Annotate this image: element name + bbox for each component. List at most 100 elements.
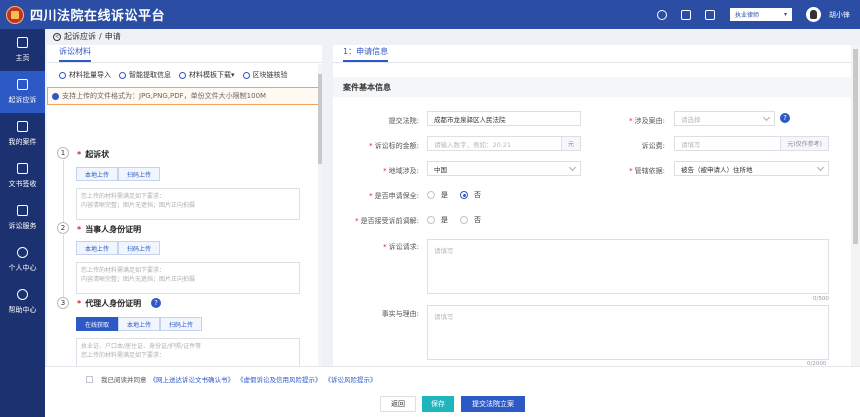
amount-placeholder: 请输入数字，例如：20.21 xyxy=(434,140,512,149)
jurisdiction-label: * 管辖依据: xyxy=(629,167,665,175)
cause-select[interactable]: 请选择 xyxy=(674,111,775,126)
back-button[interactable]: 返回 xyxy=(380,396,416,412)
fee-input[interactable]: 请填写 元(仅作参考) xyxy=(674,136,829,151)
court-input[interactable]: 成都市龙泉驿区人民法院 xyxy=(427,111,581,126)
region-select[interactable]: 中国 xyxy=(427,161,581,176)
online-fetch-button[interactable]: 在线获取 xyxy=(76,317,119,331)
preservation-no-radio[interactable]: 否 xyxy=(460,190,481,200)
agreement: 我已阅读并同意 《网上送达诉讼文书确认书》 《虚假诉讼及信用风险提示》 《诉讼风… xyxy=(86,374,377,384)
role-select-value: 执业律师 xyxy=(735,12,760,19)
link-litigation-risk[interactable]: 《诉讼风险提示》 xyxy=(325,374,377,384)
dropzone-hint: 您上传的材料需满足如下要求： xyxy=(81,267,166,274)
sidebar-item-label: 主页 xyxy=(15,54,30,62)
footer: 我已阅读并同意 《网上送达诉讼文书确认书》 《虚假诉讼及信用风险提示》 《诉讼风… xyxy=(45,366,860,417)
back-arrow-icon[interactable]: < xyxy=(53,32,61,41)
tab-materials-label: 诉讼材料 xyxy=(59,46,91,62)
info-icon xyxy=(52,92,59,100)
facts-textarea[interactable]: 请填写 xyxy=(427,305,829,360)
top-bar: 四川法院在线诉讼平台 执业律师 ▾ 胡小锋 xyxy=(0,0,860,29)
sidebar-item-my-cases[interactable]: 我的案件 xyxy=(0,113,45,155)
scan-upload-button[interactable]: 扫码上传 xyxy=(118,241,161,255)
step-upload-buttons: 本地上传 扫码上传 xyxy=(76,167,161,181)
fee-suffix: 元(仅作参考) xyxy=(780,137,828,150)
step-title-text: 当事人身份证明 xyxy=(85,225,142,234)
scrollbar-thumb[interactable] xyxy=(318,74,322,164)
link-service-confirmation[interactable]: 《网上送达诉讼文书确认书》 xyxy=(150,374,235,384)
region-label: * 地域涉及: xyxy=(383,167,419,175)
avatar[interactable] xyxy=(806,7,821,22)
step-title: * 代理人身份证明 xyxy=(77,299,142,308)
help-icon[interactable]: ? xyxy=(151,298,161,308)
smart-extract-button[interactable]: 智能提取信息 xyxy=(119,70,171,80)
section-title: 案件基本信息 xyxy=(333,77,851,97)
step-upload-buttons: 在线获取 本地上传 扫码上传 xyxy=(76,317,203,331)
radio-circle xyxy=(460,216,468,224)
dropzone-hint: 内容清晰完整；图片无遮挡；图片正向拍摄 xyxy=(81,202,196,209)
upload-dropzone[interactable]: 执业证、户口本/居住证、身份证/护照/证件等 您上传的材料需满足如下要求： xyxy=(76,338,300,366)
sidebar-item-services[interactable]: 诉讼服务 xyxy=(0,197,45,239)
message-icon[interactable] xyxy=(681,9,691,20)
agree-checkbox[interactable] xyxy=(86,375,93,383)
shirt-icon[interactable] xyxy=(705,9,715,20)
claims-textarea[interactable]: 请填写 xyxy=(427,239,829,294)
step-title-text: 代理人身份证明 xyxy=(85,299,142,308)
save-button[interactable]: 保存 xyxy=(422,396,454,412)
chevron-down-icon xyxy=(762,113,771,121)
link-false-litigation-warning[interactable]: 《虚假诉讼及信用风险提示》 xyxy=(237,374,322,384)
smart-extract-label: 智能提取信息 xyxy=(129,71,171,79)
materials-toolbar: 材料批量导入 智能提取信息 材料模板下载 ▾ 区块链核验 xyxy=(47,63,322,87)
region-label-text: 地域涉及: xyxy=(388,167,419,175)
sidebar-item-documents[interactable]: 文书签收 xyxy=(0,155,45,197)
radio-circle xyxy=(427,191,435,199)
local-upload-button[interactable]: 本地上传 xyxy=(118,317,161,331)
scrollbar[interactable] xyxy=(851,45,860,366)
template-download-button[interactable]: 材料模板下载 ▾ xyxy=(179,70,235,80)
batch-import-button[interactable]: 材料批量导入 xyxy=(59,70,111,80)
blockchain-verify-button[interactable]: 区块链核验 xyxy=(242,70,288,80)
help-icon[interactable]: ? xyxy=(780,113,790,123)
scan-upload-button[interactable]: 扫码上传 xyxy=(160,317,203,331)
amount-label: * 诉讼标的金额: xyxy=(369,142,419,150)
case-icon xyxy=(17,121,28,132)
sidebar-item-home[interactable]: 主页 xyxy=(0,29,45,71)
local-upload-button[interactable]: 本地上传 xyxy=(76,167,119,181)
sidebar-item-lawsuit[interactable]: 起诉应诉 xyxy=(0,71,45,113)
cause-label-text: 涉及案由: xyxy=(634,117,665,125)
upload-dropzone[interactable]: 您上传的材料需满足如下要求： 内容清晰完整；图片无遮挡；图片正向拍摄 xyxy=(76,188,300,220)
mediation-label: * 是否接受诉前调解: xyxy=(355,217,419,225)
scrollbar-thumb[interactable] xyxy=(853,49,858,244)
chevron-down-icon xyxy=(816,163,825,171)
sidebar-item-label: 帮助中心 xyxy=(8,306,37,314)
facts-placeholder: 请填写 xyxy=(434,313,454,321)
tab-materials[interactable]: 诉讼材料 xyxy=(47,45,322,63)
tab-application-info[interactable]: 1：申请信息 xyxy=(333,45,851,63)
role-select[interactable]: 执业律师 ▾ xyxy=(730,8,792,21)
breadcrumb-parent[interactable]: 起诉应诉 xyxy=(64,31,96,42)
sidebar-item-help[interactable]: 帮助中心 xyxy=(0,281,45,323)
import-icon xyxy=(59,71,66,79)
scan-upload-button[interactable]: 扫码上传 xyxy=(118,167,161,181)
local-upload-button[interactable]: 本地上传 xyxy=(76,241,119,255)
username[interactable]: 胡小锋 xyxy=(829,10,850,20)
home-icon xyxy=(17,37,28,48)
step-title: * 起诉状 xyxy=(77,150,110,159)
service-icon xyxy=(17,205,28,216)
sidebar-item-profile[interactable]: 个人中心 xyxy=(0,239,45,281)
mediation-yes-radio[interactable]: 是 xyxy=(427,215,448,225)
upload-dropzone[interactable]: 您上传的材料需满足如下要求： 内容清晰完整；图片无遮挡；图片正向拍摄 xyxy=(76,262,300,294)
application-panel: 1：申请信息 案件基本信息 提交法院: 成都市龙泉驿区人民法院 * 涉及案由: 请… xyxy=(333,45,851,367)
radio-circle xyxy=(427,216,435,224)
preservation-yes-radio[interactable]: 是 xyxy=(427,190,448,200)
jurisdiction-label-text: 管辖依据: xyxy=(634,167,665,175)
help-icon[interactable] xyxy=(657,9,667,20)
agree-text: 我已阅读并同意 xyxy=(101,376,147,384)
scrollbar[interactable] xyxy=(318,64,322,366)
mediation-no-radio[interactable]: 否 xyxy=(460,215,481,225)
jurisdiction-select[interactable]: 被告（被申请人）住所地 xyxy=(674,161,829,176)
chevron-down-icon: ▾ xyxy=(231,71,235,79)
amount-input[interactable]: 请输入数字，例如：20.21 元 xyxy=(427,136,581,151)
blockchain-verify-label: 区块链核验 xyxy=(252,71,288,79)
amount-suffix: 元 xyxy=(560,137,580,150)
submit-button[interactable]: 提交法院立案 xyxy=(461,396,525,412)
radio-label: 是 xyxy=(441,216,448,224)
